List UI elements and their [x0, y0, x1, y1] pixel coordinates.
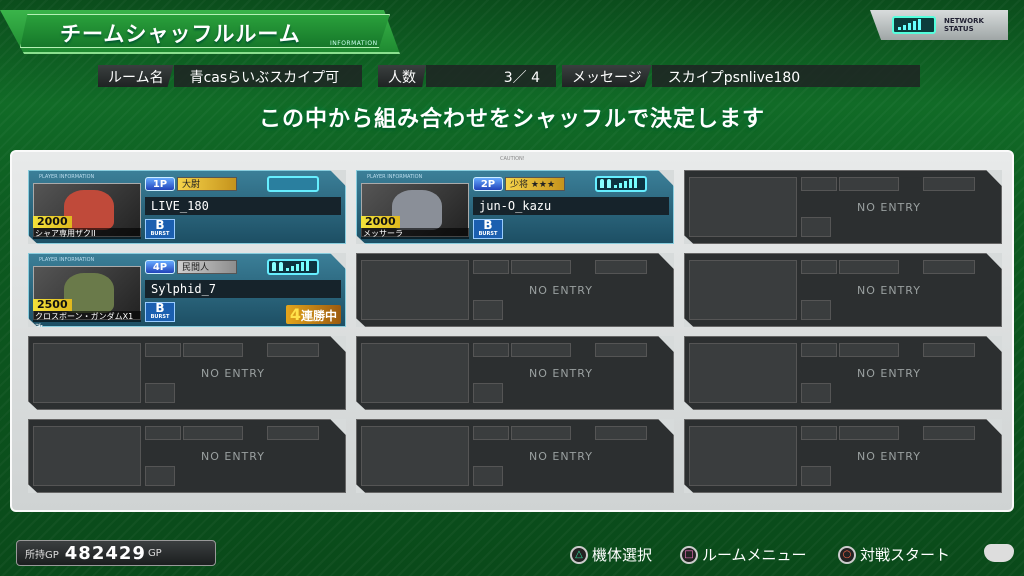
controller-icon [984, 544, 1014, 562]
player-slot-2[interactable]: PLAYER INFORMATION 2000 メッサーラ 2P 少将 ★★★ … [356, 170, 674, 244]
burst-badge: B BURST [473, 219, 503, 239]
empty-card: NO ENTRY [28, 419, 346, 493]
empty-slot: NO ENTRY [684, 253, 1002, 327]
battle-start-action[interactable]: ○ 対戦スタート [838, 544, 950, 565]
signal-icon [267, 259, 319, 275]
board-caution-label: CAUTION! [500, 156, 525, 162]
instruction-banner: この中から組み合わせをシャッフルで決定します [258, 107, 765, 132]
no-entry-label: NO ENTRY [857, 284, 921, 297]
room-message-label: メッセージ [562, 65, 652, 87]
unit-cost: 2000 [361, 216, 400, 228]
empty-card: NO ENTRY [356, 419, 674, 493]
player-name: Sylphid_7 [145, 280, 341, 298]
player-number-badge: 1P [145, 177, 175, 191]
network-status: NETWORK STATUS [870, 10, 1008, 40]
rank-badge: 大尉 [177, 177, 237, 191]
no-entry-label: NO ENTRY [529, 284, 593, 297]
player-info-tag: PLAYER INFORMATION [39, 174, 95, 180]
rank-badge: 少将 ★★★ [505, 177, 565, 191]
unit-select-action[interactable]: △ 機体選択 [570, 544, 652, 565]
empty-card: NO ENTRY [684, 170, 1002, 244]
signal-icon [595, 176, 647, 192]
player-card[interactable]: PLAYER INFORMATION 2000 シャア専用ザクII 1P 大尉 … [28, 170, 346, 244]
win-streak-badge: 4連勝中 [285, 305, 341, 324]
empty-card: NO ENTRY [684, 336, 1002, 410]
no-entry-label: NO ENTRY [201, 367, 265, 380]
player-slot-1[interactable]: PLAYER INFORMATION 2000 シャア専用ザクII 1P 大尉 … [28, 170, 346, 244]
empty-slot: NO ENTRY [28, 419, 346, 493]
player-name: jun-O_kazu [473, 197, 669, 215]
burst-badge: B BURST [145, 219, 175, 239]
room-count-value: 3／ 4 [426, 65, 556, 87]
player-card[interactable]: PLAYER INFORMATION 2500 クロスボーン・ガンダムX1改 4… [28, 253, 346, 327]
empty-slot: NO ENTRY [356, 336, 674, 410]
player-board: CAUTION! PLAYER INFORMATION 2000 シャア専用ザク… [10, 150, 1014, 512]
player-name: LIVE_180 [145, 197, 341, 215]
empty-slot: NO ENTRY [684, 336, 1002, 410]
empty-card: NO ENTRY [356, 253, 674, 327]
page-title: チームシャッフルルーム [60, 22, 301, 46]
room-count-label: 人数 [378, 65, 426, 87]
gp-label: 所持GP [25, 549, 59, 561]
empty-card: NO ENTRY [28, 336, 346, 410]
unit-cost: 2500 [33, 299, 72, 311]
room-menu-label: ルームメニュー [702, 546, 807, 564]
empty-slot: NO ENTRY [684, 419, 1002, 493]
empty-slot: NO ENTRY [28, 336, 346, 410]
rank-badge: 民間人 [177, 260, 237, 274]
room-menu-action[interactable]: □ ルームメニュー [680, 544, 807, 565]
triangle-button-icon: △ [570, 545, 588, 564]
player-number-badge: 4P [145, 260, 175, 274]
unit-cost: 2000 [33, 216, 72, 228]
unit-name: クロスボーン・ガンダムX1改 [33, 311, 141, 327]
signal-icon [267, 176, 319, 192]
room-name-row: ルーム名 青casらいぶスカイプ可 [98, 65, 362, 87]
empty-card: NO ENTRY [356, 336, 674, 410]
player-info-tag: PLAYER INFORMATION [39, 257, 95, 263]
circle-button-icon: ○ [838, 545, 856, 564]
page-subtitle: INFORMATION [330, 40, 378, 47]
network-signal-icon [892, 16, 936, 34]
no-entry-label: NO ENTRY [529, 450, 593, 463]
empty-card: NO ENTRY [684, 253, 1002, 327]
empty-slot: NO ENTRY [356, 253, 674, 327]
gp-display: 所持GP 482429 GP [16, 540, 216, 566]
no-entry-label: NO ENTRY [857, 201, 921, 214]
no-entry-label: NO ENTRY [857, 367, 921, 380]
room-message-row: メッセージ スカイプpsnlive180 [562, 65, 920, 87]
no-entry-label: NO ENTRY [529, 367, 593, 380]
network-status-label: NETWORK STATUS [944, 17, 984, 33]
unit-select-label: 機体選択 [592, 546, 653, 564]
empty-card: NO ENTRY [684, 419, 1002, 493]
room-message-value: スカイプpsnlive180 [651, 65, 920, 87]
square-button-icon: □ [680, 545, 698, 564]
no-entry-label: NO ENTRY [857, 450, 921, 463]
burst-badge: B BURST [145, 302, 175, 322]
player-slot-4[interactable]: PLAYER INFORMATION 2500 クロスボーン・ガンダムX1改 4… [28, 253, 346, 327]
player-number-badge: 2P [473, 177, 503, 191]
player-info-tag: PLAYER INFORMATION [367, 174, 423, 180]
room-name-value: 青casらいぶスカイプ可 [173, 65, 362, 87]
room-name-label: ルーム名 [98, 65, 174, 87]
footer-bar: 所持GP 482429 GP △ 機体選択 □ ルームメニュー ○ 対戦スタート [0, 536, 1024, 576]
room-count-row: 人数 3／ 4 [378, 65, 556, 87]
gp-unit: GP [147, 547, 162, 559]
unit-name: メッサーラ [361, 228, 469, 239]
battle-start-label: 対戦スタート [860, 546, 951, 564]
empty-slot: NO ENTRY [356, 419, 674, 493]
unit-name: シャア専用ザクII [33, 228, 141, 239]
no-entry-label: NO ENTRY [201, 450, 265, 463]
empty-slot: NO ENTRY [684, 170, 1002, 244]
gp-value: 482429 [64, 542, 146, 564]
player-card[interactable]: PLAYER INFORMATION 2000 メッサーラ 2P 少将 ★★★ … [356, 170, 674, 244]
